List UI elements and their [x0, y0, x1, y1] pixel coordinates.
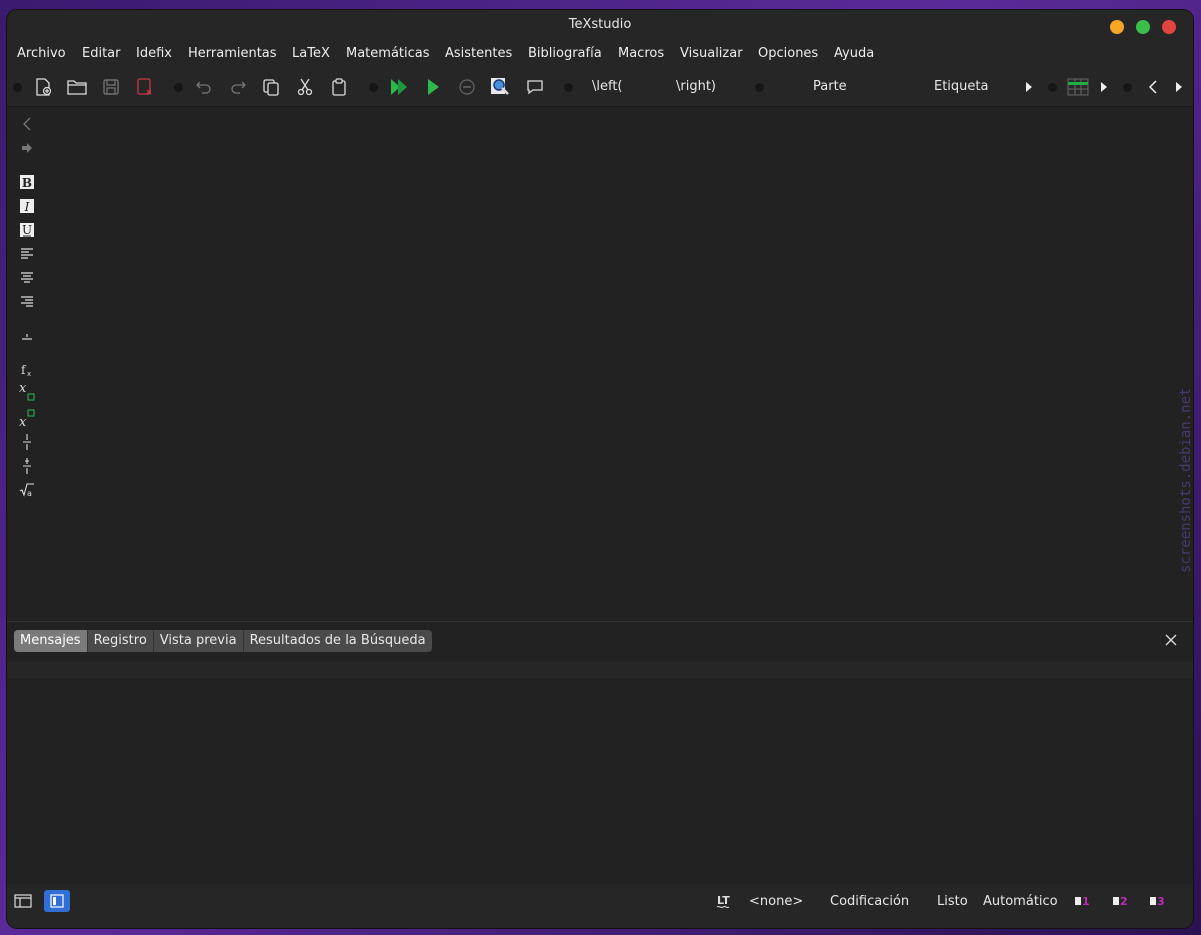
- tab-resultados-busqueda[interactable]: Resultados de la Búsqueda: [244, 630, 432, 652]
- fraction-icon[interactable]: [17, 432, 37, 452]
- copy-icon[interactable]: [257, 72, 285, 102]
- svg-text:U: U: [22, 223, 32, 237]
- redo-icon: [224, 72, 252, 102]
- layout-icon[interactable]: [11, 890, 35, 912]
- italic-icon[interactable]: I: [17, 196, 37, 216]
- expand-arrow-icon[interactable]: [1165, 72, 1193, 102]
- close-file-icon[interactable]: [131, 72, 159, 102]
- svg-text:B: B: [22, 176, 32, 190]
- menu-bibliografia[interactable]: Bibliografía: [528, 46, 602, 61]
- stop-compile-icon: [453, 72, 481, 102]
- dfrac-icon[interactable]: [17, 456, 37, 476]
- menu-latex[interactable]: LaTeX: [292, 46, 330, 61]
- save-icon: [97, 72, 125, 102]
- svg-text:x: x: [27, 370, 31, 378]
- svg-text:2: 2: [1120, 895, 1128, 908]
- open-folder-icon[interactable]: [63, 72, 91, 102]
- svg-text:3: 3: [1157, 895, 1165, 908]
- main-toolbar: \left( \right) Parte Etiqueta: [7, 72, 1193, 104]
- menu-editar[interactable]: Editar: [82, 46, 121, 61]
- section-combo[interactable]: Parte: [813, 79, 847, 94]
- menu-herramientas[interactable]: Herramientas: [188, 46, 277, 61]
- title-bar: TeXstudio: [7, 10, 1193, 42]
- language-tool-icon[interactable]: LT: [713, 890, 737, 912]
- align-right-icon[interactable]: [17, 292, 37, 312]
- left-format-toolbar: B I U fx x x a: [7, 106, 45, 526]
- toolbar-separator: [1123, 83, 1132, 92]
- expand-arrow-icon[interactable]: [1015, 72, 1043, 102]
- toggle-panel-icon[interactable]: [44, 890, 70, 912]
- left-bracket-button[interactable]: \left(: [592, 79, 623, 94]
- menu-opciones[interactable]: Opciones: [758, 46, 818, 61]
- tab-vista-previa[interactable]: Vista previa: [154, 630, 244, 652]
- language-status[interactable]: <none>: [749, 894, 803, 909]
- label-combo[interactable]: Etiqueta: [934, 79, 988, 94]
- superscript-icon[interactable]: x: [17, 408, 37, 428]
- mode-status[interactable]: Automático: [983, 894, 1058, 909]
- expand-arrow-icon[interactable]: [1090, 72, 1118, 102]
- messages-list-header: [7, 662, 1193, 678]
- paste-icon[interactable]: [325, 72, 353, 102]
- toolbar-separator: [1048, 83, 1057, 92]
- menu-ayuda[interactable]: Ayuda: [834, 46, 874, 61]
- close-panel-icon[interactable]: [1163, 632, 1179, 648]
- build-and-view-icon[interactable]: [385, 72, 413, 102]
- menu-idefix[interactable]: Idefix: [136, 46, 172, 61]
- window-title: TeXstudio: [568, 17, 632, 32]
- panel-tabs: Mensajes Registro Vista previa Resultado…: [14, 630, 432, 652]
- back-icon: [17, 114, 37, 134]
- view-pdf-icon[interactable]: [487, 72, 515, 102]
- svg-text:LT: LT: [717, 894, 730, 907]
- maximize-button[interactable]: [1136, 20, 1150, 34]
- svg-text:x: x: [19, 415, 27, 428]
- tab-mensajes[interactable]: Mensajes: [14, 630, 88, 652]
- toolbar-separator: [369, 83, 378, 92]
- watermark: screenshots.debian.net: [1176, 355, 1196, 590]
- bookmark-2-icon[interactable]: 2: [1110, 890, 1134, 912]
- right-bracket-button[interactable]: \right): [676, 79, 716, 94]
- align-left-icon[interactable]: [17, 244, 37, 264]
- bookmark-1-icon[interactable]: 1: [1072, 890, 1096, 912]
- underline-icon[interactable]: U: [17, 220, 37, 240]
- minimize-button[interactable]: [1110, 20, 1124, 34]
- table-icon[interactable]: [1064, 72, 1092, 102]
- bookmark-3-icon[interactable]: 3: [1147, 890, 1171, 912]
- back-arrow-icon[interactable]: [1139, 72, 1167, 102]
- menu-bar: Archivo Editar Idefix Herramientas LaTeX…: [7, 44, 1193, 66]
- toolbar-separator: [755, 83, 764, 92]
- new-file-icon[interactable]: [29, 72, 57, 102]
- function-icon[interactable]: fx: [17, 360, 37, 380]
- subscript-icon[interactable]: x: [17, 382, 37, 402]
- menu-asistentes[interactable]: Asistentes: [445, 46, 512, 61]
- svg-text:a: a: [27, 489, 32, 498]
- close-button[interactable]: [1162, 20, 1176, 34]
- comment-icon[interactable]: [521, 72, 549, 102]
- cut-icon[interactable]: [291, 72, 319, 102]
- menu-matematicas[interactable]: Matemáticas: [346, 46, 430, 61]
- tab-registro[interactable]: Registro: [88, 630, 154, 652]
- align-center-icon[interactable]: [17, 268, 37, 288]
- watermark-text: screenshots.debian.net: [1178, 387, 1194, 573]
- menu-macros[interactable]: Macros: [618, 46, 664, 61]
- newline-icon[interactable]: [17, 326, 37, 346]
- svg-text:x: x: [19, 382, 27, 396]
- bold-icon[interactable]: B: [17, 172, 37, 192]
- svg-text:I: I: [24, 200, 30, 214]
- compile-icon[interactable]: [419, 72, 447, 102]
- ready-status: Listo: [937, 894, 968, 909]
- menu-visualizar[interactable]: Visualizar: [680, 46, 743, 61]
- forward-icon: [17, 138, 37, 158]
- editor-area[interactable]: [7, 106, 1193, 621]
- toolbar-separator: [13, 83, 22, 92]
- encoding-status[interactable]: Codificación: [830, 894, 909, 909]
- toolbar-separator: [174, 83, 183, 92]
- sqrt-icon[interactable]: a: [17, 480, 37, 500]
- status-bar: LT <none> Codificación Listo Automático …: [7, 886, 1193, 918]
- undo-icon: [190, 72, 218, 102]
- menu-archivo[interactable]: Archivo: [17, 46, 66, 61]
- messages-panel: Mensajes Registro Vista previa Resultado…: [7, 621, 1193, 884]
- svg-text:1: 1: [1082, 895, 1090, 908]
- toolbar-separator: [564, 83, 573, 92]
- texstudio-window: TeXstudio Archivo Editar Idefix Herramie…: [7, 10, 1193, 928]
